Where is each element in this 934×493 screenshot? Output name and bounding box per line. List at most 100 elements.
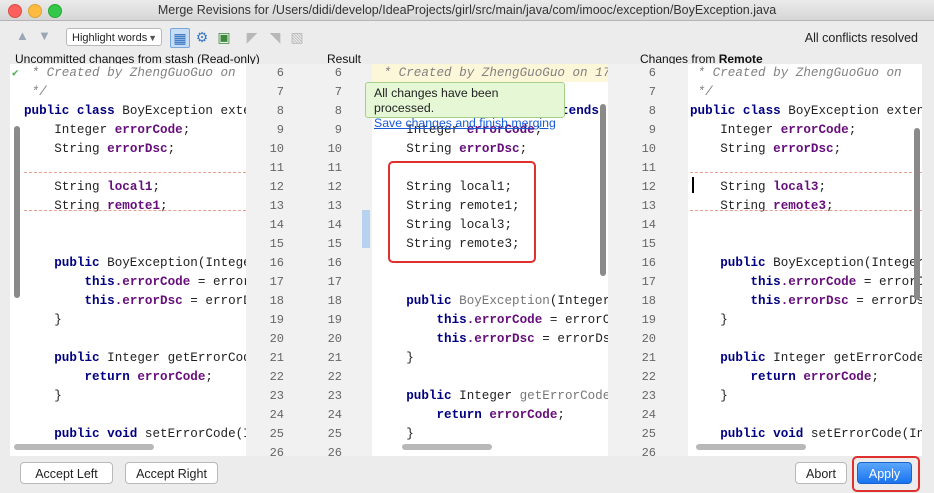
line-number: 19 [641, 313, 656, 327]
code-line: } [376, 351, 414, 365]
code-line: * Created by ZhengGuoGuo on 17 [376, 66, 608, 80]
line-number: 7 [648, 85, 656, 99]
line-number: 23 [269, 389, 284, 403]
abort-button[interactable]: Abort [795, 462, 847, 484]
sync-scroll-toggle[interactable]: ▦ [170, 28, 190, 48]
change-divider [24, 210, 246, 211]
line-number: 6 [648, 66, 656, 80]
code-line: String remote1; [24, 199, 168, 213]
left-editor[interactable]: ✔ * Created by ZhengGuoGuo on */ public … [10, 64, 246, 456]
apply-annotation-box [852, 456, 920, 492]
line-number: 9 [334, 123, 342, 137]
code-line: * Created by ZhengGuoGuo on [24, 66, 236, 80]
code-line: Integer errorCode; [690, 123, 857, 137]
code-line: String local3; [690, 180, 827, 194]
line-number: 20 [327, 332, 342, 346]
tooltip-message: All changes have been processed. [374, 86, 499, 115]
line-number: 17 [327, 275, 342, 289]
highlight-mode-select[interactable]: Highlight words ▼ [66, 28, 162, 46]
line-number: 14 [641, 218, 656, 232]
previous-difference-icon[interactable]: ▲ [16, 29, 29, 43]
line-number: 23 [327, 389, 342, 403]
line-number: 16 [269, 256, 284, 270]
settings-button[interactable]: ⚙ [193, 28, 211, 46]
line-number: 8 [334, 104, 342, 118]
next-difference-icon[interactable]: ▼ [38, 29, 51, 43]
title-bar: Merge Revisions for /Users/didi/develop/… [0, 0, 934, 21]
line-number: 21 [641, 351, 656, 365]
result-vertical-scrollbar[interactable] [600, 104, 606, 276]
line-number: 11 [327, 161, 342, 175]
highlight-mode-value: Highlight words [72, 32, 148, 44]
columns-icon: ▦ [173, 30, 187, 46]
accept-left-button[interactable]: Accept Left [20, 462, 113, 484]
code-line: public BoyException(Intege [24, 256, 246, 270]
apply-both-disabled-button: ▧ [288, 28, 306, 46]
line-number: 16 [327, 256, 342, 270]
line-number: 26 [269, 446, 284, 460]
code-line: return errorCode; [690, 370, 879, 384]
code-line: */ [690, 85, 713, 99]
right-horizontal-scrollbar[interactable] [696, 444, 806, 450]
line-number: 24 [269, 408, 284, 422]
line-number: 11 [641, 161, 656, 175]
apply-both-icon: ▧ [290, 29, 304, 45]
line-number: 22 [269, 370, 284, 384]
line-number: 18 [327, 294, 342, 308]
right-gutter: 6 7 8 9 10 11 12 13 14 15 16 17 18 19 20 21 22 23 24 25 26 [608, 64, 688, 460]
line-number: 25 [641, 427, 656, 441]
line-number: 17 [641, 275, 656, 289]
line-number: 25 [269, 427, 284, 441]
line-number: 12 [269, 180, 284, 194]
toolbar: ▲ ▼ Highlight words ▼ ▦ ⚙ ▣ ◤ ◥ ▧ All co… [0, 21, 934, 51]
code-line: public BoyException(Integer [690, 256, 922, 270]
line-number: 7 [334, 85, 342, 99]
gear-icon: ⚙ [195, 29, 209, 45]
code-line: */ [24, 85, 47, 99]
window-title: Merge Revisions for /Users/didi/develop/… [157, 3, 777, 17]
code-line: public class BoyException exte [24, 104, 246, 118]
code-line: } [690, 389, 728, 403]
chevron-down-icon: ▼ [148, 33, 157, 43]
code-line: this.errorDsc = errorD [24, 294, 246, 308]
line-number: 8 [276, 104, 284, 118]
code-line: return errorCode; [376, 408, 565, 422]
line-number: 25 [327, 427, 342, 441]
code-line: public void setErrorCode(I [24, 427, 246, 441]
code-line: } [376, 427, 414, 441]
result-horizontal-scrollbar[interactable] [402, 444, 492, 450]
merge-complete-tooltip: All changes have been processed. Save ch… [365, 82, 565, 130]
line-number: 14 [327, 218, 342, 232]
line-number: 21 [327, 351, 342, 365]
right-editor[interactable]: * Created by ZhengGuoGuo on */ public cl… [688, 64, 922, 456]
code-line: } [690, 313, 728, 327]
accept-right-button[interactable]: Accept Right [125, 462, 218, 484]
magic-resolve-icon: ▣ [217, 29, 231, 45]
line-number: 10 [327, 142, 342, 156]
line-number: 22 [327, 370, 342, 384]
line-number: 12 [327, 180, 342, 194]
line-number: 15 [641, 237, 656, 251]
left-vertical-scrollbar[interactable] [14, 126, 20, 298]
code-line: public Integer getErrorCode( [690, 351, 922, 365]
line-number: 17 [269, 275, 284, 289]
code-line: String remote3; [690, 199, 834, 213]
line-number: 9 [648, 123, 656, 137]
line-number: 10 [641, 142, 656, 156]
code-line: return errorCode; [24, 370, 213, 384]
right-vertical-scrollbar[interactable] [914, 128, 920, 300]
code-line: public void setErrorCode(Int [690, 427, 922, 441]
change-divider [690, 210, 922, 211]
left-horizontal-scrollbar[interactable] [14, 444, 154, 450]
code-line: public class BoyException extend [690, 104, 922, 118]
change-divider [24, 172, 246, 173]
apply-right-icon: ◥ [269, 29, 281, 45]
checkmark-icon: ✔ [12, 68, 19, 80]
apply-non-conflicting-button[interactable]: ▣ [215, 28, 233, 46]
line-number: 26 [327, 446, 342, 460]
line-number: 6 [334, 66, 342, 80]
code-line: String errorDsc; [690, 142, 842, 156]
line-number: 12 [641, 180, 656, 194]
code-line: this.errorDsc = errorDsc; [376, 332, 608, 346]
save-and-finish-link[interactable]: Save changes and finish merging [374, 116, 556, 131]
